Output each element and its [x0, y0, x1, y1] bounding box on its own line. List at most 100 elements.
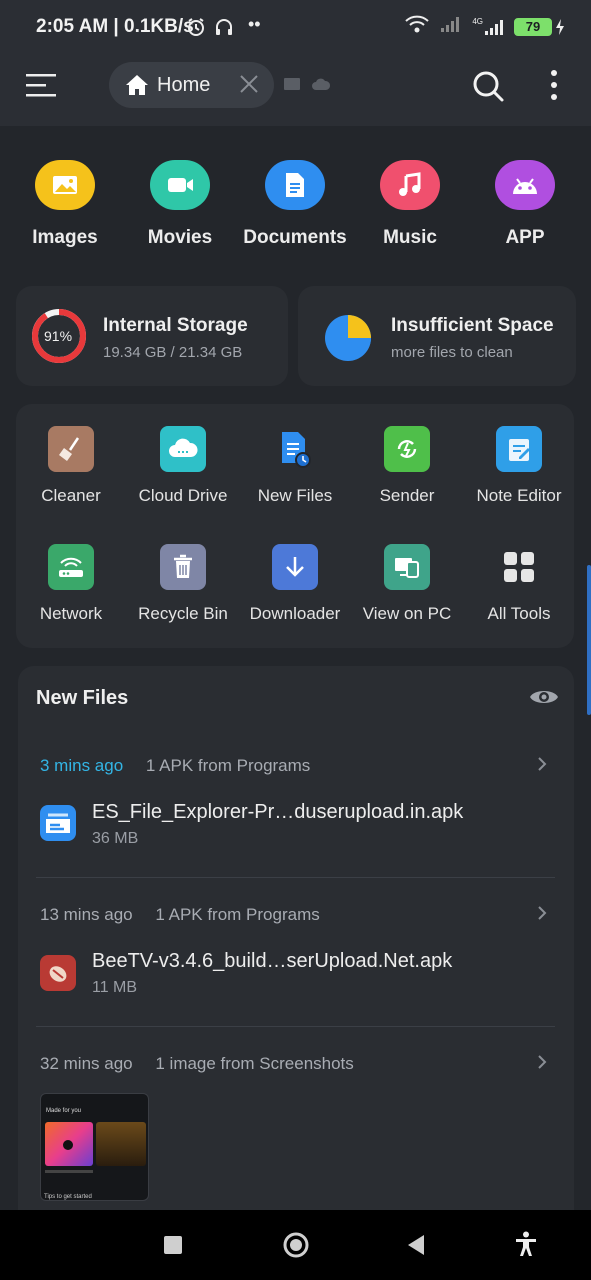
chevron-right-icon[interactable] [536, 1053, 548, 1076]
tool-label: Sender [379, 486, 435, 505]
music-icon [380, 160, 440, 210]
file-group-header[interactable]: 13 mins ago 1 APK from Programs [40, 905, 320, 925]
file-size: 36 MB [92, 830, 139, 847]
image-icon [35, 160, 95, 210]
hamburger-icon [26, 74, 56, 97]
window-icon[interactable] [283, 76, 301, 97]
more-vert-icon [551, 70, 557, 100]
file-size: 11 MB [92, 979, 138, 996]
router-icon [48, 544, 94, 590]
home-icon [126, 75, 148, 95]
file-group-desc: 1 APK from Programs [155, 905, 320, 924]
file-time-ago: 32 mins ago [40, 1054, 133, 1073]
category-label: APP [505, 227, 545, 248]
system-nav-bar [0, 1210, 591, 1280]
broom-icon [48, 426, 94, 472]
category-label: Music [383, 227, 437, 248]
search-icon [473, 71, 504, 102]
thumbnail-footer: Tips to get started [44, 1194, 92, 1200]
divider [36, 1026, 555, 1027]
grid-icon [496, 544, 542, 590]
accessibility-button[interactable] [514, 1231, 538, 1262]
trash-icon [160, 544, 206, 590]
scroll-indicator[interactable] [587, 565, 591, 715]
thumbnail-heading: Made for you [46, 1108, 82, 1114]
menu-button[interactable] [26, 71, 60, 101]
category-images[interactable]: Images [10, 160, 120, 249]
internal-storage-card[interactable]: 91% Internal Storage 19.34 GB / 21.34 GB [16, 286, 288, 386]
file-name[interactable]: BeeTV-v3.4.6_build…serUpload.Net.apk [92, 950, 452, 973]
tool-new-files[interactable]: New Files [239, 426, 351, 506]
tool-sender[interactable]: Sender [351, 426, 463, 506]
thumbnail-play-icon [63, 1140, 73, 1150]
file-time-ago: 3 mins ago [40, 756, 124, 775]
tool-label: Cloud Drive [138, 486, 228, 505]
beetv-app-icon [40, 955, 76, 991]
es-file-explorer-app-icon [40, 805, 76, 841]
chevron-right-icon[interactable] [536, 755, 548, 778]
square-icon [164, 1236, 182, 1254]
file-group-header[interactable]: 3 mins ago 1 APK from Programs [40, 756, 310, 776]
more-options-button[interactable] [546, 68, 562, 109]
battery-icon: 79 [514, 17, 565, 36]
home-tab[interactable]: Home [109, 62, 274, 108]
circle-home-icon [283, 1232, 309, 1258]
recent-apps-button[interactable] [164, 1236, 182, 1259]
tool-cleaner[interactable]: Cleaner [15, 426, 127, 506]
sender-icon [384, 426, 430, 472]
file-name[interactable]: ES_File_Explorer-Pr…duserupload.in.apk [92, 801, 463, 824]
cloud-tab-icon[interactable] [311, 76, 331, 97]
back-button[interactable] [406, 1234, 426, 1261]
status-bar: 2:05 AM | 0.1KB/s •• 4G 79 [0, 0, 591, 56]
insufficient-space-title: Insufficient Space [391, 315, 554, 336]
thumbnail-row-bars [45, 1170, 93, 1173]
search-button[interactable] [470, 68, 506, 109]
tool-label: Note Editor [476, 486, 562, 505]
category-row: Images Movies Documents Music APP [0, 160, 591, 260]
battery-level: 79 [514, 17, 552, 36]
home-tab-label: Home [157, 73, 211, 96]
tool-label: Downloader [249, 604, 341, 623]
document-icon [265, 160, 325, 210]
category-label: Documents [243, 227, 347, 248]
file-group-desc: 1 APK from Programs [145, 756, 311, 775]
close-tab-icon[interactable] [238, 73, 260, 100]
clean-storage-card[interactable]: Insufficient Space more files to clean [298, 286, 576, 386]
storage-percent: 91% [44, 328, 73, 344]
network-type: 4G [472, 17, 483, 26]
insufficient-space-sub: more files to clean [391, 344, 513, 361]
chevron-right-icon[interactable] [536, 904, 548, 927]
video-icon [150, 160, 210, 210]
file-group-header[interactable]: 32 mins ago 1 image from Screenshots [40, 1054, 354, 1074]
new-files-title: New Files [36, 687, 129, 709]
internal-storage-usage: 19.34 GB / 21.34 GB [103, 344, 243, 361]
tool-view-on-pc[interactable]: View on PC [351, 544, 463, 624]
tool-label: View on PC [362, 604, 452, 623]
note-icon [496, 426, 542, 472]
tool-note-editor[interactable]: Note Editor [463, 426, 575, 506]
tool-downloader[interactable]: Downloader [239, 544, 351, 624]
wifi-icon [404, 14, 430, 39]
home-nav-button[interactable] [282, 1231, 310, 1264]
tool-network[interactable]: Network [15, 544, 127, 624]
signal-4g-icon: 4G [472, 17, 504, 36]
alarm-icon [186, 17, 206, 42]
category-music[interactable]: Music [355, 160, 465, 249]
category-movies[interactable]: Movies [125, 160, 235, 249]
category-documents[interactable]: Documents [240, 160, 350, 249]
file-group-desc: 1 image from Screenshots [155, 1054, 354, 1073]
tool-cloud-drive[interactable]: Cloud Drive [127, 426, 239, 506]
more-notifications-icon: •• [248, 14, 261, 34]
monitor-icon [384, 544, 430, 590]
tool-recycle-bin[interactable]: Recycle Bin [127, 544, 239, 624]
category-app[interactable]: APP [470, 160, 580, 249]
eye-icon[interactable] [528, 685, 560, 714]
thumbnail-art-right [96, 1122, 146, 1166]
accessibility-icon [516, 1231, 536, 1256]
tool-all-tools[interactable]: All Tools [463, 544, 575, 624]
download-icon [272, 544, 318, 590]
screenshot-thumbnail[interactable]: Made for you Tips to get started [40, 1093, 149, 1201]
status-time: 2:05 AM | 0.1KB/s [36, 16, 194, 37]
file-time-ago: 13 mins ago [40, 905, 133, 924]
tool-label: Recycle Bin [138, 604, 228, 623]
